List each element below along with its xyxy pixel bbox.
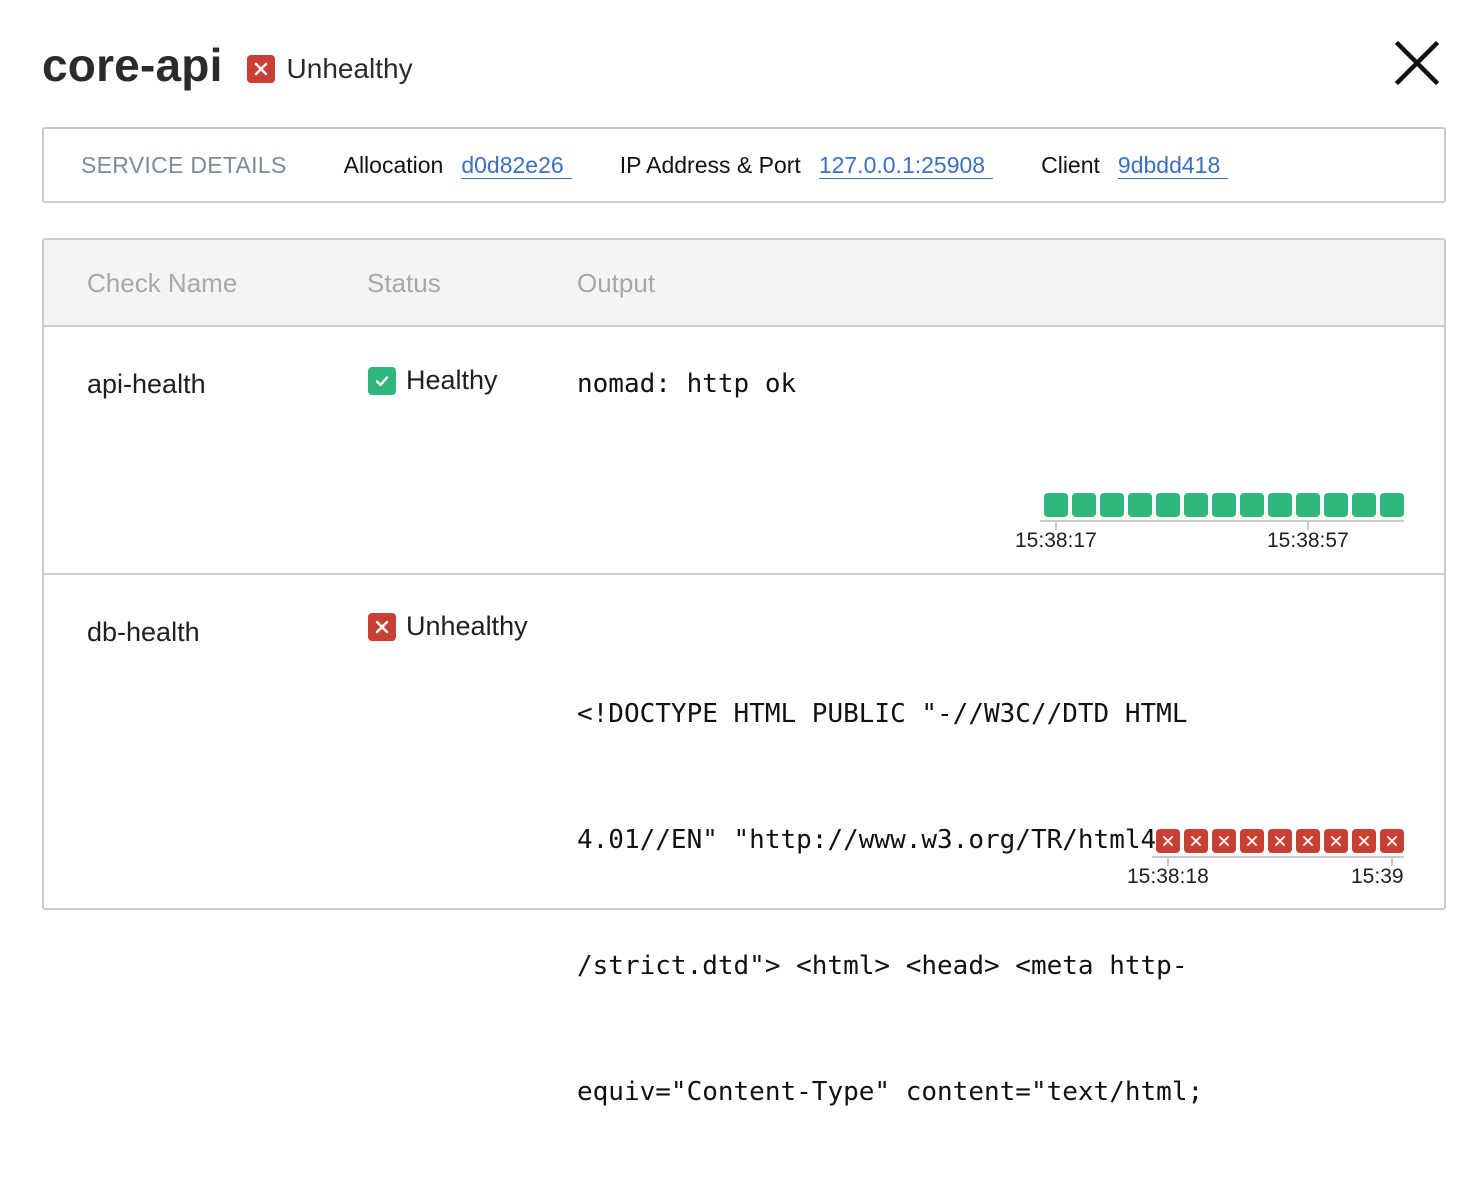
history-tick[interactable]: [1380, 829, 1404, 853]
close-button[interactable]: [1394, 40, 1440, 86]
history-tick[interactable]: [1184, 829, 1208, 853]
allocation-link[interactable]: d0d82e26: [461, 152, 572, 179]
check-status-label: Unhealthy: [406, 611, 528, 641]
history-tick[interactable]: [1240, 829, 1264, 853]
history-tick[interactable]: [1268, 829, 1292, 853]
history-ticks: [1044, 493, 1404, 517]
history-tick[interactable]: [1324, 829, 1348, 853]
history-tick[interactable]: [1212, 493, 1236, 517]
client-link[interactable]: 9dbdd418: [1117, 152, 1229, 179]
table-header: Check Name Status Output: [44, 240, 1444, 327]
check-status-label: Healthy: [406, 365, 498, 395]
history-tick[interactable]: [1296, 829, 1320, 853]
table-row: db-health Unhealthy <!DOCTYPE HTML PUBLI…: [44, 575, 1444, 1107]
history-tick[interactable]: [1100, 493, 1124, 517]
axis-label: 15:38:57: [1267, 529, 1349, 552]
history-axis: [1152, 856, 1404, 858]
axis-label: 15:38:18: [1127, 865, 1209, 888]
history-ticks: [1156, 829, 1404, 853]
output-line: /strict.dtd"> <html> <head> <meta http-: [577, 951, 1188, 981]
check-output: <!DOCTYPE HTML PUBLIC "-//W3C//DTD HTML …: [577, 609, 1277, 1197]
check-output: nomad: http ok: [577, 369, 797, 399]
column-header-output: Output: [577, 268, 656, 298]
client-pair: Client 9dbdd418: [1041, 151, 1229, 179]
x-icon: [246, 55, 275, 83]
output-line: equiv="Content-Type" content="text/html;: [577, 1077, 1204, 1107]
service-status: Unhealthy: [246, 53, 413, 85]
close-icon[interactable]: [1394, 40, 1440, 86]
service-details-panel: SERVICE DETAILS Allocation d0d82e26 IP A…: [42, 127, 1446, 203]
column-header-check-name: Check Name: [87, 268, 238, 298]
history-tick[interactable]: [1184, 493, 1208, 517]
history-tick[interactable]: [1240, 493, 1264, 517]
check-status: Unhealthy: [368, 611, 528, 642]
check-name: db-health: [87, 617, 200, 647]
check-name: api-health: [87, 369, 206, 399]
history-tick[interactable]: [1212, 829, 1236, 853]
history-tick[interactable]: [1044, 493, 1068, 517]
ip-port-pair: IP Address & Port 127.0.0.1:25908: [619, 151, 994, 179]
axis-label: 15:38:17: [1015, 529, 1097, 552]
column-header-status: Status: [367, 268, 441, 298]
history-tick[interactable]: [1380, 493, 1404, 517]
check-icon: [368, 366, 396, 395]
history-tick[interactable]: [1352, 829, 1376, 853]
history-tick[interactable]: [1296, 493, 1320, 517]
service-details-title: SERVICE DETAILS: [81, 151, 287, 178]
ip-port-link[interactable]: 127.0.0.1:25908: [818, 152, 994, 179]
check-history-timeline: 15:38:18 15:39: [1119, 829, 1404, 889]
check-history-timeline: 15:38:17 15:38:57: [1015, 493, 1404, 553]
x-icon: [368, 612, 396, 641]
checks-table: Check Name Status Output api-health Heal…: [42, 238, 1446, 1107]
history-tick[interactable]: [1128, 493, 1152, 517]
modal-header: core-api Unhealthy: [42, 30, 413, 100]
history-tick[interactable]: [1352, 493, 1376, 517]
output-line: <!DOCTYPE HTML PUBLIC "-//W3C//DTD HTML: [577, 699, 1188, 729]
ip-port-label: IP Address & Port: [619, 151, 801, 178]
service-title: core-api: [42, 39, 223, 91]
client-label: Client: [1041, 151, 1100, 178]
allocation-label: Allocation: [343, 151, 444, 178]
history-axis: [1040, 520, 1404, 522]
history-tick[interactable]: [1324, 493, 1348, 517]
service-status-label: Unhealthy: [286, 53, 413, 84]
axis-label: 15:39: [1351, 865, 1404, 888]
history-tick[interactable]: [1268, 493, 1292, 517]
history-tick[interactable]: [1156, 493, 1180, 517]
allocation-pair: Allocation d0d82e26: [344, 152, 572, 179]
check-status: Healthy: [368, 365, 498, 396]
history-tick[interactable]: [1156, 829, 1180, 853]
history-tick[interactable]: [1072, 493, 1096, 517]
table-row: api-health Healthy nomad: http ok 15:38:…: [44, 327, 1444, 575]
